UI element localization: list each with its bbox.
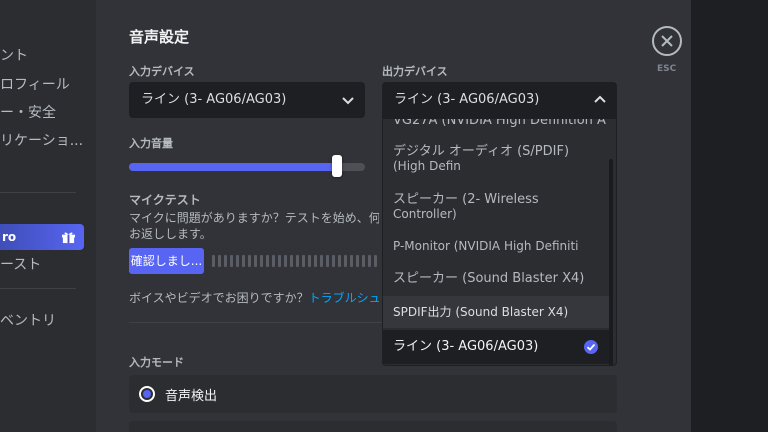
meter-bar: [314, 255, 317, 267]
meter-bar: [368, 255, 371, 267]
sidebar-item-privacy[interactable]: ー・安全: [0, 100, 88, 126]
input-device-value: ライン (3- AG06/AG03): [141, 92, 287, 107]
sidebar-item-label: ースト: [0, 257, 42, 273]
meter-bar: [266, 255, 269, 267]
meter-bar: [272, 255, 275, 267]
mic-test-label: マイクテスト: [129, 193, 201, 207]
mic-test-description: マイクに問題がありますか？テストを始め、何で: [129, 211, 379, 225]
output-device-dropdown: VG27A (NVIDIA High Definition A デジタル オーデ…: [382, 118, 617, 366]
dropdown-option-label: スピーカー (2- Wireless: [393, 192, 539, 207]
meter-bar: [326, 255, 329, 267]
output-device-select[interactable]: ライン (3- AG06/AG03): [382, 82, 617, 118]
sidebar-item-label: ro: [2, 230, 17, 244]
dropdown-option[interactable]: デジタル オーディオ (S/PDIF) (High Defin: [383, 145, 609, 175]
meter-bar: [230, 255, 233, 267]
sidebar-item-boost[interactable]: ースト: [0, 252, 88, 278]
meter-bar: [224, 255, 227, 267]
radio-selected-icon[interactable]: [139, 386, 155, 402]
chevron-up-icon: [594, 95, 606, 103]
mic-test-button[interactable]: 確認しまし...: [129, 248, 204, 274]
dropdown-option-selected[interactable]: ライン (3- AG06/AG03): [383, 330, 609, 364]
meter-bar: [374, 255, 377, 267]
dropdown-option-label-line2: Controller): [393, 207, 457, 221]
meter-bar: [242, 255, 245, 267]
sidebar-item-label: ロフィール: [0, 77, 70, 93]
meter-bar: [308, 255, 311, 267]
meter-bar: [344, 255, 347, 267]
sidebar-divider: [0, 192, 76, 193]
help-text-label: ボイスやビデオでお困りですか？: [129, 291, 309, 305]
input-device-label: 入力デバイス: [129, 65, 195, 78]
sidebar-item-label: ント: [0, 48, 28, 64]
input-mode-push-to-talk[interactable]: [129, 421, 617, 432]
chevron-down-icon: [342, 97, 354, 105]
input-mode-option-label: 音声検出: [165, 389, 218, 404]
sidebar-item-apps[interactable]: リケーショ...: [0, 128, 88, 154]
meter-bar: [338, 255, 341, 267]
meter-bar: [236, 255, 239, 267]
check-icon: [584, 340, 598, 354]
sidebar-divider: [0, 288, 76, 289]
dropdown-option[interactable]: VG27A (NVIDIA High Definition A: [383, 118, 609, 128]
meter-bar: [218, 255, 221, 267]
input-volume-label: 入力音量: [129, 137, 173, 150]
meter-bar: [248, 255, 251, 267]
dropdown-option-label: スピーカー (Sound Blaster X4): [393, 271, 585, 286]
dropdown-option-hovered[interactable]: SPDIF出力 (Sound Blaster X4): [383, 296, 609, 328]
meter-bar: [260, 255, 263, 267]
sidebar-item-inventory[interactable]: ベントリ: [0, 308, 88, 334]
meter-bar: [350, 255, 353, 267]
sidebar-item-nitro[interactable]: ro: [0, 224, 84, 250]
dropdown-option-label: P-Monitor (NVIDIA High Definiti: [393, 239, 579, 253]
input-volume-slider[interactable]: [129, 163, 365, 171]
output-device-label: 出力デバイス: [382, 65, 448, 78]
meter-bar: [356, 255, 359, 267]
close-button[interactable]: [652, 26, 682, 56]
sidebar-item-label: リケーショ...: [0, 133, 84, 149]
troubleshoot-link[interactable]: トラブルシュー: [309, 291, 382, 305]
page-title: 音声設定: [129, 28, 190, 46]
dropdown-option-label: デジタル オーディオ (S/PDIF): [393, 144, 570, 159]
mic-level-meter: [212, 255, 377, 267]
settings-sidebar: ント ロフィール ー・安全 リケーショ... ro ースト ベントリ: [0, 0, 96, 432]
help-text: ボイスやビデオでお困りですか？トラブルシュー: [129, 289, 382, 306]
meter-bar: [212, 255, 215, 267]
gift-icon: [61, 232, 76, 244]
sidebar-item-label: ー・安全: [0, 105, 56, 121]
dropdown-option-label: ライン (3- AG06/AG03): [393, 339, 539, 354]
dropdown-option-label-line2: (High Defin: [393, 159, 461, 173]
close-icon: [661, 35, 673, 47]
meter-bar: [254, 255, 257, 267]
meter-bar: [332, 255, 335, 267]
meter-bar: [320, 255, 323, 267]
dropdown-option[interactable]: スピーカー (2- Wireless Controller): [383, 193, 609, 223]
voice-settings-panel: 音声設定 入力デバイス ライン (3- AG06/AG03) 出力デバイス ライ…: [96, 0, 691, 432]
sidebar-item-profile[interactable]: ロフィール: [0, 72, 88, 98]
sidebar-item-account[interactable]: ント: [0, 43, 88, 69]
meter-bar: [296, 255, 299, 267]
input-volume-fill: [129, 163, 337, 171]
meter-bar: [284, 255, 287, 267]
dropdown-option[interactable]: スピーカー (Sound Blaster X4): [383, 272, 609, 286]
dropdown-option[interactable]: P-Monitor (NVIDIA High Definiti: [383, 239, 609, 253]
sidebar-item-label: ベントリ: [0, 313, 56, 329]
dropdown-scrollbar[interactable]: [609, 159, 613, 365]
meter-bar: [290, 255, 293, 267]
input-device-select[interactable]: ライン (3- AG06/AG03): [129, 82, 365, 118]
esc-label: ESC: [657, 64, 677, 74]
output-device-value: ライン (3- AG06/AG03): [394, 92, 540, 107]
dropdown-option-label: SPDIF出力 (Sound Blaster X4): [393, 305, 569, 319]
input-mode-label: 入力モード: [129, 356, 184, 369]
backdrop-right: [691, 0, 768, 432]
mic-test-description-2: お返しします。: [129, 227, 212, 241]
input-mode-voice-activity[interactable]: 音声検出: [129, 375, 617, 413]
dropdown-option-label: VG27A (NVIDIA High Definition A: [393, 118, 606, 128]
meter-bar: [278, 255, 281, 267]
meter-bar: [302, 255, 305, 267]
meter-bar: [362, 255, 365, 267]
input-volume-handle[interactable]: [332, 155, 342, 177]
